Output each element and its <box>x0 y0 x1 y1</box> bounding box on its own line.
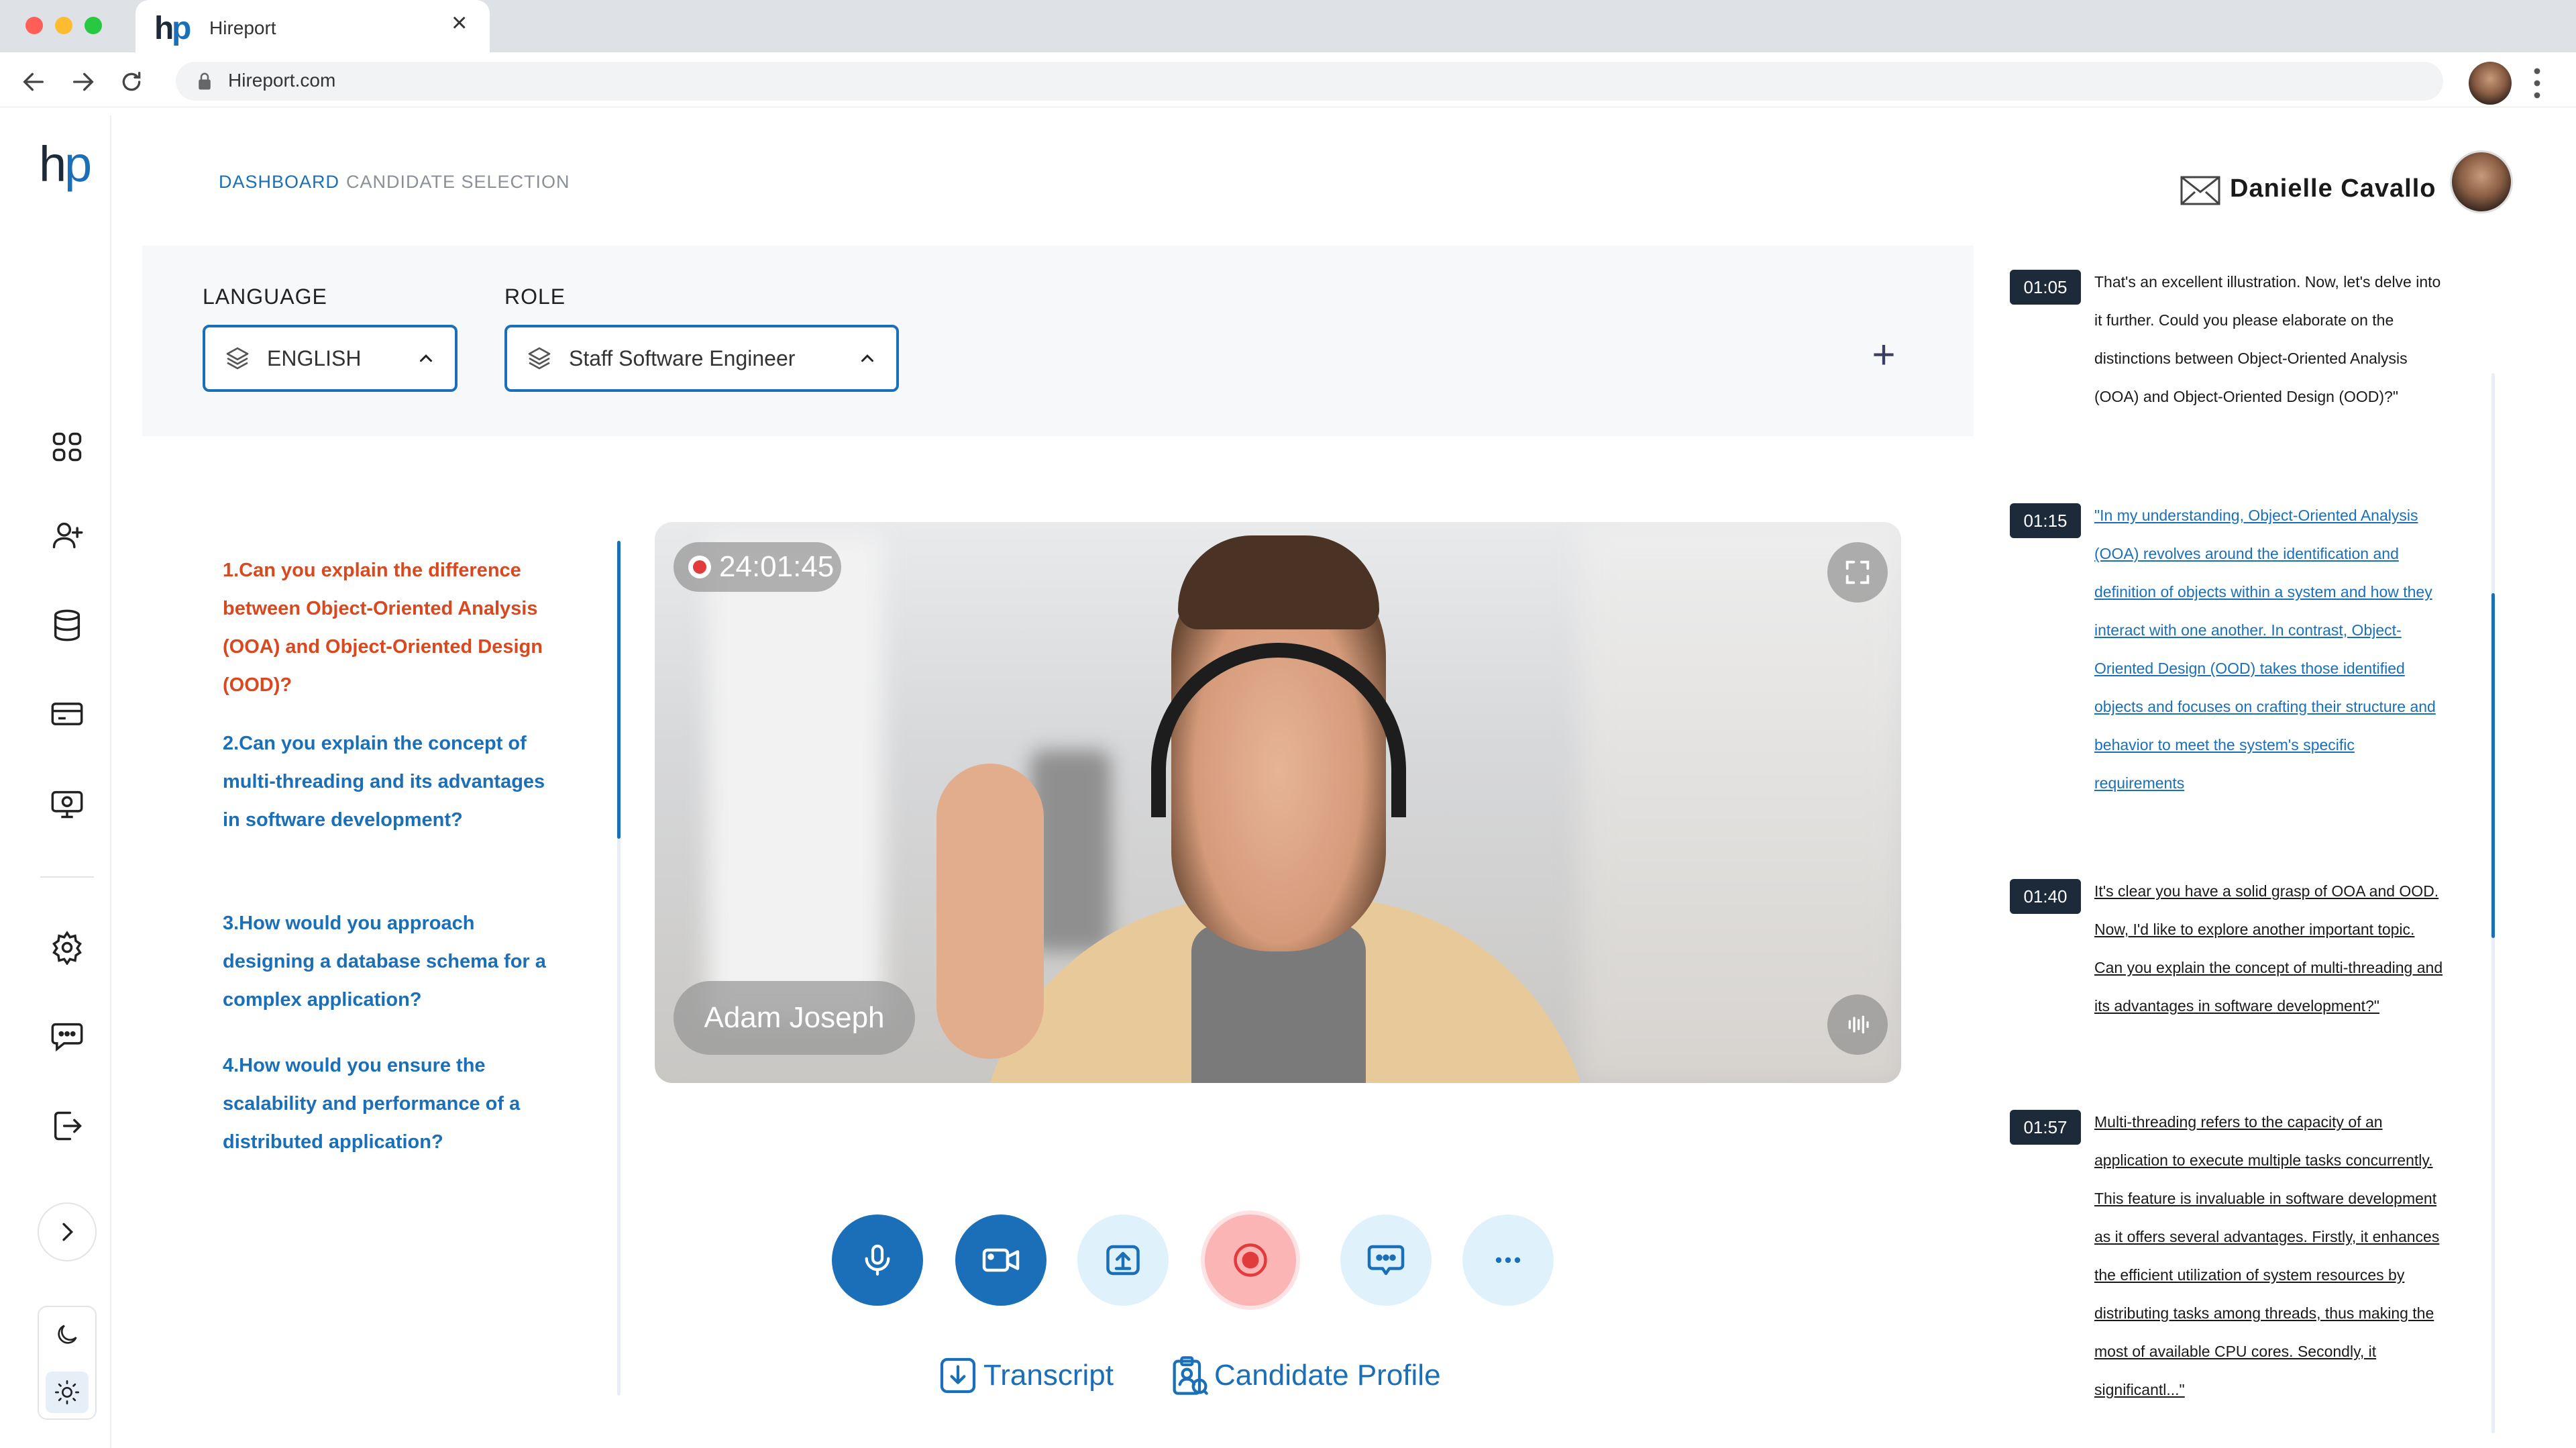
tab-favicon-icon: h p <box>153 8 193 52</box>
fullscreen-button[interactable] <box>1827 542 1888 603</box>
tab-title: Hireport <box>209 17 276 38</box>
clipboard-user-icon <box>1173 1356 1208 1395</box>
settings-gear-icon[interactable] <box>43 923 91 972</box>
transcript-timestamp[interactable]: 01:40 <box>2010 879 2081 914</box>
upload-screen-icon <box>1106 1245 1140 1276</box>
microphone-icon <box>865 1244 890 1276</box>
candidate-profile-link-label: Candidate Profile <box>1214 1359 1441 1392</box>
add-filter-button[interactable]: + <box>1865 332 1902 377</box>
role-select[interactable]: Staff Software Engineer <box>504 325 899 392</box>
question-item-3[interactable]: 3.How would you approach designing a dat… <box>223 904 558 1019</box>
video-camera-icon <box>982 1248 1020 1272</box>
layers-icon <box>226 347 249 370</box>
microphone-button[interactable] <box>832 1214 923 1306</box>
record-button[interactable] <box>1205 1214 1296 1306</box>
database-icon[interactable] <box>43 601 91 650</box>
recording-timer: 24:01:45 <box>674 542 841 592</box>
breadcrumb-dashboard[interactable]: DASHBOARD <box>219 172 339 193</box>
transcript-timestamp[interactable]: 01:57 <box>2010 1110 2081 1145</box>
language-select[interactable]: ENGLISH <box>203 325 458 392</box>
camera-button[interactable] <box>955 1214 1046 1306</box>
dashboard-grid-icon[interactable] <box>43 423 91 471</box>
more-options-button[interactable] <box>1462 1214 1554 1306</box>
fullscreen-icon <box>1845 560 1870 584</box>
role-value: Staff Software Engineer <box>569 346 796 370</box>
window-close-button[interactable] <box>25 17 43 34</box>
question-item-1[interactable]: 1.Can you explain the difference between… <box>223 552 558 705</box>
svg-text:h: h <box>154 11 174 46</box>
moon-icon[interactable] <box>46 1314 89 1355</box>
chat-icon[interactable] <box>43 1012 91 1060</box>
window-maximize-button[interactable] <box>85 17 102 34</box>
hireport-logo[interactable]: h p <box>38 136 102 202</box>
forward-arrow-icon[interactable] <box>66 64 101 99</box>
card-icon[interactable] <box>43 690 91 738</box>
timer-text: 24:01:45 <box>719 550 835 583</box>
audio-level-button[interactable] <box>1827 994 1888 1055</box>
question-item-2[interactable]: 2.Can you explain the concept of multi-t… <box>223 725 558 839</box>
download-transcript-icon <box>940 1357 976 1394</box>
chat-button[interactable] <box>1340 1214 1432 1306</box>
chevron-up-icon <box>861 354 873 362</box>
role-label: ROLE <box>504 285 566 309</box>
back-arrow-icon[interactable] <box>16 64 51 99</box>
chevron-right-icon <box>62 1223 74 1241</box>
transcript-entry: That's an excellent illustration. Now, l… <box>2094 273 2441 405</box>
transcript-entry: It's clear you have a solid grasp of OOA… <box>2094 882 2443 1015</box>
transcript-link[interactable]: Transcript <box>936 1354 1114 1397</box>
share-screen-button[interactable] <box>1077 1214 1169 1306</box>
transcript-timestamp[interactable]: 01:15 <box>2010 503 2081 538</box>
svg-text:p: p <box>64 138 92 192</box>
layers-icon <box>528 347 551 370</box>
audio-waveform-icon <box>1848 1015 1869 1034</box>
transcript-entry: Multi-threading refers to the capacity o… <box>2094 1113 2440 1398</box>
transcript-entry: "In my understanding, Object-Oriented An… <box>2094 507 2436 792</box>
language-value: ENGLISH <box>267 346 362 370</box>
record-icon <box>1234 1243 1267 1277</box>
questions-scrollbar-thumb[interactable] <box>617 541 621 839</box>
chevron-up-icon <box>420 354 432 362</box>
more-dots-icon <box>1495 1257 1521 1263</box>
user-avatar[interactable] <box>2450 150 2513 213</box>
transcript-timestamp[interactable]: 01:05 <box>2010 270 2081 305</box>
sun-icon[interactable] <box>46 1372 89 1413</box>
url-text[interactable]: Hireport.com <box>228 70 335 91</box>
video-monitor-icon[interactable] <box>43 780 91 828</box>
breadcrumb-candidate-selection[interactable]: CANDIDATE SELECTION <box>346 172 570 193</box>
add-user-icon[interactable] <box>43 511 91 560</box>
svg-text:p: p <box>172 11 191 46</box>
tab-close-icon[interactable]: × <box>451 9 467 36</box>
reload-icon[interactable] <box>114 64 149 99</box>
record-dot-icon <box>688 556 711 578</box>
candidate-name-tag: Adam Joseph <box>674 981 915 1055</box>
question-item-4[interactable]: 4.How would you ensure the scalability a… <box>223 1047 558 1161</box>
mail-icon[interactable] <box>2180 176 2220 209</box>
transcript-scrollbar-thumb[interactable] <box>2491 593 2495 938</box>
logout-icon[interactable] <box>43 1102 91 1150</box>
svg-text:h: h <box>39 138 66 192</box>
sidebar-divider <box>40 876 94 878</box>
window-minimize-button[interactable] <box>55 17 72 34</box>
address-bar[interactable] <box>176 62 2443 101</box>
lock-icon <box>196 71 213 95</box>
chat-bubble-icon <box>1367 1245 1405 1276</box>
user-name: Danielle Cavallo <box>2230 174 2436 203</box>
expand-sidebar-button[interactable] <box>38 1202 97 1261</box>
candidate-profile-link[interactable]: Candidate Profile <box>1167 1354 1441 1397</box>
browser-menu-icon[interactable] <box>2532 64 2542 105</box>
transcript-link-label: Transcript <box>983 1359 1114 1392</box>
browser-profile-avatar[interactable] <box>2469 62 2512 105</box>
language-label: LANGUAGE <box>203 285 327 309</box>
